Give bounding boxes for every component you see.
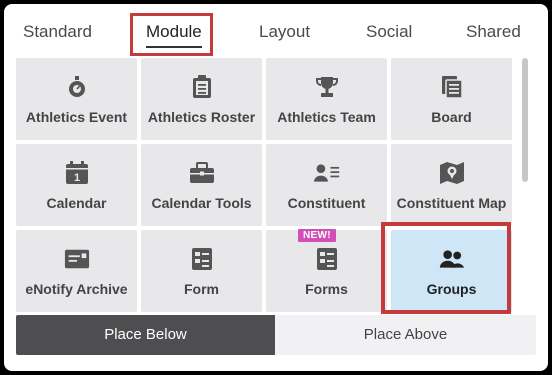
tile-board[interactable]: Board <box>391 58 512 140</box>
person-list-icon <box>313 160 340 186</box>
tile-label: Constituent <box>287 195 366 211</box>
tab-label: Social <box>366 22 413 41</box>
place-above-button[interactable]: Place Above <box>275 315 536 355</box>
place-below-button[interactable]: Place Below <box>16 315 275 355</box>
active-tab-underline <box>146 46 202 48</box>
grid-scrollbar[interactable] <box>519 54 531 314</box>
tile-label: Board <box>431 109 472 125</box>
stopwatch-icon <box>64 74 90 100</box>
tile-calendar[interactable]: 1 Calendar <box>16 144 137 226</box>
map-pin-icon <box>439 160 465 186</box>
tile-constituent[interactable]: Constituent <box>266 144 387 226</box>
toolbox-icon <box>189 160 215 186</box>
tab-label: Module <box>146 22 202 41</box>
tile-athletics-event[interactable]: Athletics Event <box>16 58 137 140</box>
tile-label: eNotify Archive <box>25 281 128 297</box>
tile-label: Athletics Event <box>25 109 128 125</box>
form-icon <box>189 246 215 272</box>
tab-layout[interactable]: Layout <box>259 22 310 42</box>
calendar-icon: 1 <box>64 160 90 186</box>
tab-shared[interactable]: Shared <box>466 22 521 42</box>
tab-standard[interactable]: Standard <box>23 22 92 42</box>
documents-icon <box>439 74 465 100</box>
tile-label: Constituent Map <box>396 195 507 211</box>
tile-forms[interactable]: NEW! Forms <box>266 229 387 312</box>
tile-label: Forms <box>305 281 348 297</box>
placement-buttons: Place Below Place Above <box>16 315 536 355</box>
tab-module[interactable]: Module <box>146 22 202 48</box>
tab-label: Layout <box>259 22 311 41</box>
new-badge: NEW! <box>298 229 336 242</box>
clipboard-icon <box>189 74 215 100</box>
trophy-icon <box>314 74 340 100</box>
tile-calendar-tools[interactable]: Calendar Tools <box>141 144 262 226</box>
tile-label: Athletics Team <box>277 109 376 125</box>
tile-label: Calendar Tools <box>151 195 252 211</box>
tile-groups[interactable]: Groups <box>391 230 512 312</box>
tile-athletics-team[interactable]: Athletics Team <box>266 58 387 140</box>
forms-icon <box>314 246 340 272</box>
tile-label: Athletics Roster <box>147 109 256 125</box>
module-picker-panel: Standard Module Layout Social Shared Ath… <box>4 4 548 371</box>
module-grid: Athletics Event Athletics Roster Athleti… <box>16 54 512 314</box>
tile-label: Groups <box>426 281 477 297</box>
svg-text:1: 1 <box>73 172 79 184</box>
tab-label: Standard <box>23 22 92 41</box>
tile-enotify-archive[interactable]: eNotify Archive <box>16 230 137 312</box>
tile-form[interactable]: Form <box>141 230 262 312</box>
category-tabs: Standard Module Layout Social Shared <box>4 4 548 56</box>
tile-constituent-map[interactable]: Constituent Map <box>391 144 512 226</box>
tile-athletics-roster[interactable]: Athletics Roster <box>141 58 262 140</box>
tile-label: Form <box>184 281 219 297</box>
id-card-icon <box>64 246 90 272</box>
scrollbar-thumb[interactable] <box>522 58 528 182</box>
tile-label: Calendar <box>46 195 107 211</box>
people-icon <box>439 246 465 272</box>
tab-social[interactable]: Social <box>366 22 412 42</box>
tab-label: Shared <box>466 22 521 41</box>
